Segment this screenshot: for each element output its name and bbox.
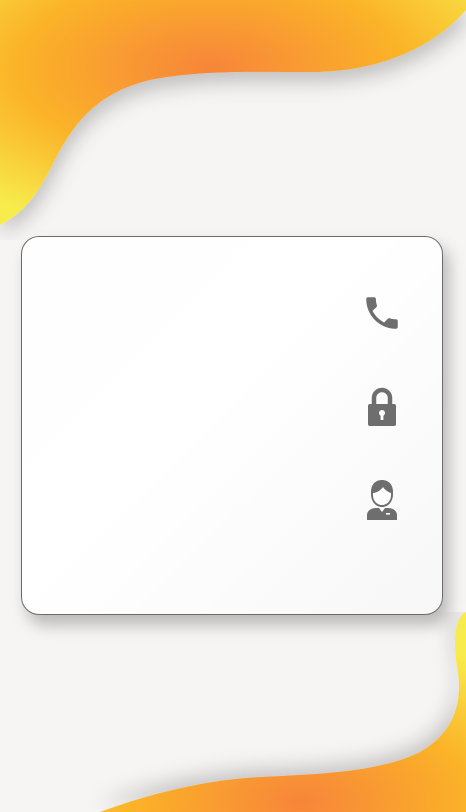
bottom-decorative-blob [100, 612, 466, 812]
phone-input[interactable] [42, 285, 346, 343]
lock-icon [360, 385, 404, 429]
login-screen [0, 0, 466, 812]
phone-field[interactable] [42, 285, 424, 343]
password-field[interactable] [42, 379, 424, 437]
login-card [21, 236, 443, 615]
user-field[interactable] [42, 471, 424, 529]
password-input[interactable] [42, 379, 346, 437]
top-decorative-blob [0, 0, 466, 225]
user-input[interactable] [42, 471, 346, 529]
phone-icon [360, 291, 404, 335]
user-icon [360, 477, 404, 521]
